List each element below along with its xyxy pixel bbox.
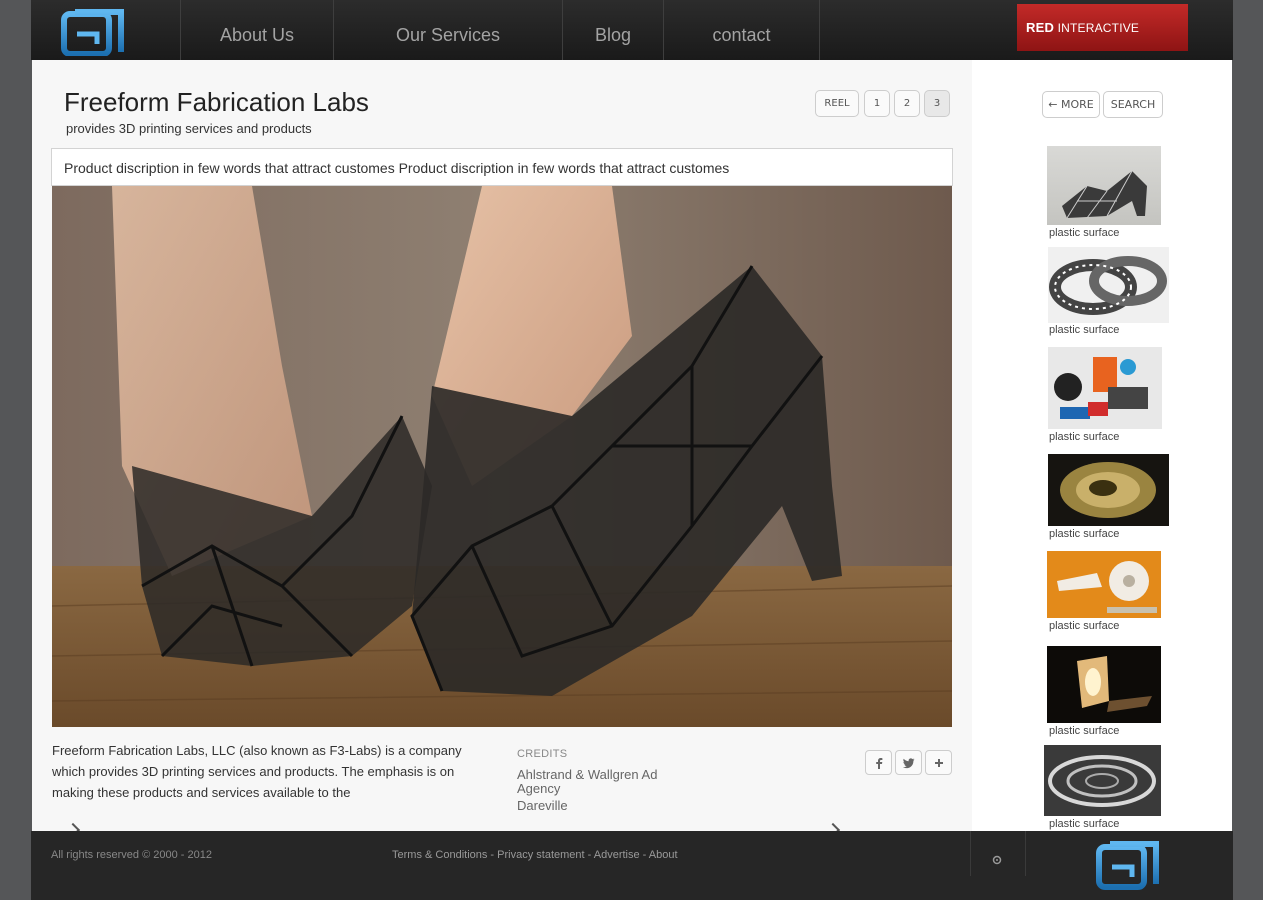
copyright-text: All rights reserved © 2000 - 2012 [51,849,212,861]
thumbnail-sculpture[interactable] [1048,454,1169,526]
nav-about-us[interactable]: About Us [181,0,333,60]
thumbnail-caption: plastic surface [1049,227,1120,239]
thumbnail-caption: plastic surface [1049,725,1120,737]
footer-link-terms[interactable]: Terms & Conditions [392,849,487,861]
facebook-icon [876,758,883,769]
facebook-share-button[interactable] [865,750,892,775]
thumbnail-caption: plastic surface [1049,620,1120,632]
plus-icon [935,759,943,767]
thumbnail-shoe[interactable] [1047,146,1161,225]
settings-icon[interactable] [991,853,1003,871]
thumbnail-caption: plastic surface [1049,528,1120,540]
main-content: Freeform Fabrication Labs provides 3D pr… [32,60,972,831]
footer-links: Terms & Conditions - Privacy statement -… [392,849,678,861]
arrow-left-icon: ← [1048,98,1058,111]
search-button[interactable]: SEARCH [1103,91,1163,118]
reel-button[interactable]: REEL [815,90,859,117]
sidebar: ← MORE SEARCH plastic surface plastic su… [972,60,1232,831]
footer-divider [970,831,971,876]
chevron-right-icon[interactable] [65,822,81,831]
thumbnail-parts[interactable] [1048,347,1162,429]
footer-divider [1025,831,1026,876]
twitter-icon [903,758,915,769]
nav-divider [819,0,820,60]
more-button-label: MORE [1060,98,1094,111]
page-title: Freeform Fabrication Labs [64,87,369,117]
footer-logo-icon[interactable] [1096,836,1162,890]
page-1-button[interactable]: 1 [864,90,890,117]
logo-icon[interactable] [61,4,127,57]
thumbnail-turbine[interactable] [1047,551,1161,618]
company-about-text: Freeform Fabrication Labs, LLC (also kno… [52,743,462,800]
thumbnail-caption: plastic surface [1049,324,1120,336]
footer-link-about[interactable]: About [649,849,678,861]
page-subtitle: provides 3D printing services and produc… [66,121,312,136]
footer-link-advertise[interactable]: Advertise [594,849,640,861]
thumbnail-caption: plastic surface [1049,818,1120,830]
more-button[interactable]: ← MORE [1042,91,1100,118]
nav-our-services[interactable]: Our Services [334,0,562,60]
credit-client: Dareville [517,798,568,813]
nav-blog[interactable]: Blog [563,0,663,60]
site-footer: All rights reserved © 2000 - 2012 Terms … [31,831,1233,900]
product-description: Product discription in few words that at… [51,148,953,186]
page-2-button[interactable]: 2 [894,90,920,117]
twitter-share-button[interactable] [895,750,922,775]
thumbnail-rings[interactable] [1048,247,1169,323]
agency-name-bold: RED [1026,20,1055,35]
chevron-right-icon[interactable] [825,822,841,831]
site-header: About Us Our Services Blog contact RED I… [31,0,1233,82]
hero-image [52,186,952,727]
thumbnail-lattice[interactable] [1044,745,1161,816]
credit-agency: Ahlstrand & Wallgren Ad Agency [517,767,658,796]
thumbnail-lamp[interactable] [1047,646,1161,723]
page-3-button[interactable]: 3 [924,90,950,117]
more-share-button[interactable] [925,750,952,775]
footer-link-privacy[interactable]: Privacy statement [497,849,584,861]
nav-contact[interactable]: contact [664,0,819,60]
credits-label: CREDITS [517,748,568,760]
thumbnail-caption: plastic surface [1049,431,1120,443]
agency-banner[interactable]: RED INTERACTIVE AGENCY [1017,4,1188,82]
